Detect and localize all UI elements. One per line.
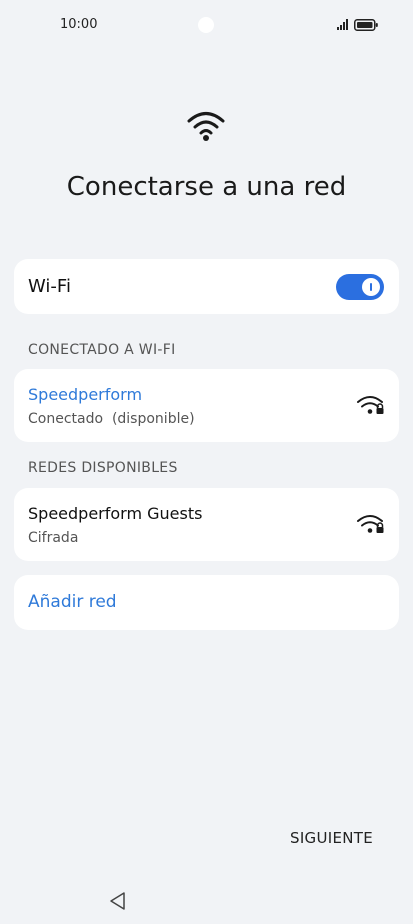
network-status: Cifrada (28, 530, 79, 546)
wifi-lock-icon (357, 515, 384, 533)
wifi-lock-icon (357, 396, 384, 414)
toggle-knob (362, 278, 380, 296)
section-header-available: REDES DISPONIBLES (28, 460, 178, 476)
status-time: 10:00 (60, 17, 98, 32)
wifi-toggle-label: Wi-Fi (28, 276, 71, 297)
back-icon[interactable] (108, 891, 128, 911)
available-network-item[interactable]: Speedperform Guests Cifrada (14, 488, 399, 561)
next-button[interactable]: SIGUIENTE (290, 829, 373, 847)
section-header-connected: CONECTADO A WI-FI (28, 342, 176, 358)
battery-icon (354, 19, 378, 31)
wifi-icon (187, 112, 225, 141)
wifi-toggle-switch[interactable] (336, 274, 384, 300)
add-network-button[interactable]: Añadir red (14, 575, 399, 630)
wifi-toggle-row[interactable]: Wi-Fi (14, 259, 399, 314)
connected-network-item[interactable]: Speedperform Conectado (disponible) (14, 369, 399, 442)
page-title: Conectarse a una red (66, 172, 347, 202)
add-network-label: Añadir red (28, 592, 117, 612)
toggle-mark (370, 283, 372, 291)
status-bar: 10:00 (0, 0, 413, 50)
network-status: Conectado (disponible) (28, 411, 195, 427)
network-name: Speedperform Guests (28, 504, 203, 523)
signal-icon (337, 19, 348, 30)
network-name: Speedperform (28, 385, 143, 404)
camera-cutout (198, 17, 214, 33)
